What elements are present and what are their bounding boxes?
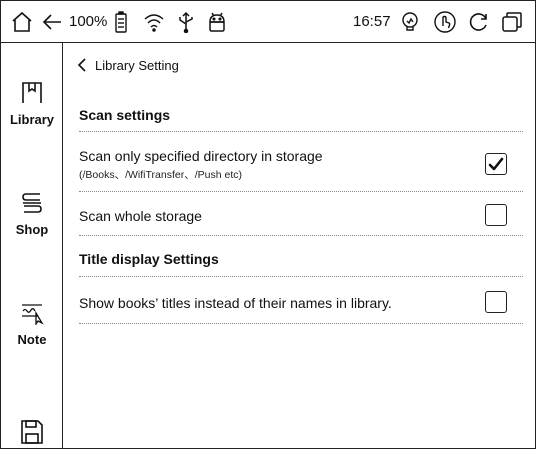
checkmark-icon bbox=[488, 157, 504, 171]
sidebar-item-note[interactable]: Note bbox=[1, 301, 63, 347]
home-icon[interactable] bbox=[7, 1, 37, 43]
light-bulb-icon[interactable] bbox=[397, 1, 423, 43]
setting-sublabel-scan-specified: (/Books、/WifiTransfer、/Push etc) bbox=[79, 169, 242, 181]
library-icon bbox=[21, 81, 43, 110]
sidebar-item-library[interactable]: Library bbox=[1, 81, 63, 127]
recent-apps-icon[interactable] bbox=[497, 1, 527, 43]
back-button[interactable]: Library Setting bbox=[77, 57, 179, 73]
library-settings-panel: Library Setting Scan settings Scan only … bbox=[63, 43, 536, 449]
sidebar-item-shop[interactable]: Shop bbox=[1, 191, 63, 237]
device-screen: 100% 16:57 Library Shop Note Library Set… bbox=[0, 0, 536, 449]
setting-label-show-titles: Show books’ titles instead of their name… bbox=[79, 295, 392, 311]
clock: 16:57 bbox=[353, 13, 391, 30]
page-title: Library Setting bbox=[95, 57, 179, 73]
divider bbox=[79, 235, 523, 236]
battery-percent: 100% bbox=[69, 13, 108, 30]
back-arrow-icon[interactable] bbox=[39, 1, 65, 43]
refresh-icon[interactable] bbox=[465, 1, 493, 43]
wifi-icon bbox=[141, 1, 167, 43]
note-icon bbox=[20, 301, 44, 330]
sidebar-item-label: Shop bbox=[15, 222, 49, 237]
sidebar-item-label: Note bbox=[17, 332, 47, 347]
section-title-scan-settings: Scan settings bbox=[79, 107, 171, 123]
android-icon bbox=[205, 1, 229, 43]
scan-specified-checkbox[interactable] bbox=[485, 153, 507, 175]
usb-icon bbox=[175, 1, 197, 43]
chevron-left-icon bbox=[77, 58, 86, 72]
setting-label-scan-whole: Scan whole storage bbox=[79, 208, 202, 224]
battery-icon bbox=[113, 1, 129, 43]
divider bbox=[79, 131, 523, 132]
scan-whole-checkbox[interactable] bbox=[485, 204, 507, 226]
sidebar-item-label: Library bbox=[9, 112, 55, 127]
divider bbox=[79, 323, 523, 324]
divider bbox=[79, 191, 523, 192]
sidebar-item-save[interactable] bbox=[1, 419, 63, 449]
shop-icon bbox=[21, 191, 43, 220]
sidebar: Library Shop Note bbox=[1, 43, 63, 449]
divider bbox=[79, 276, 523, 277]
setting-label-scan-specified: Scan only specified directory in storage bbox=[79, 148, 323, 164]
show-titles-checkbox[interactable] bbox=[485, 291, 507, 313]
save-icon bbox=[20, 419, 44, 449]
section-title-title-display: Title display Settings bbox=[79, 251, 219, 267]
status-bar: 100% 16:57 bbox=[1, 1, 536, 43]
touch-icon[interactable] bbox=[431, 1, 459, 43]
